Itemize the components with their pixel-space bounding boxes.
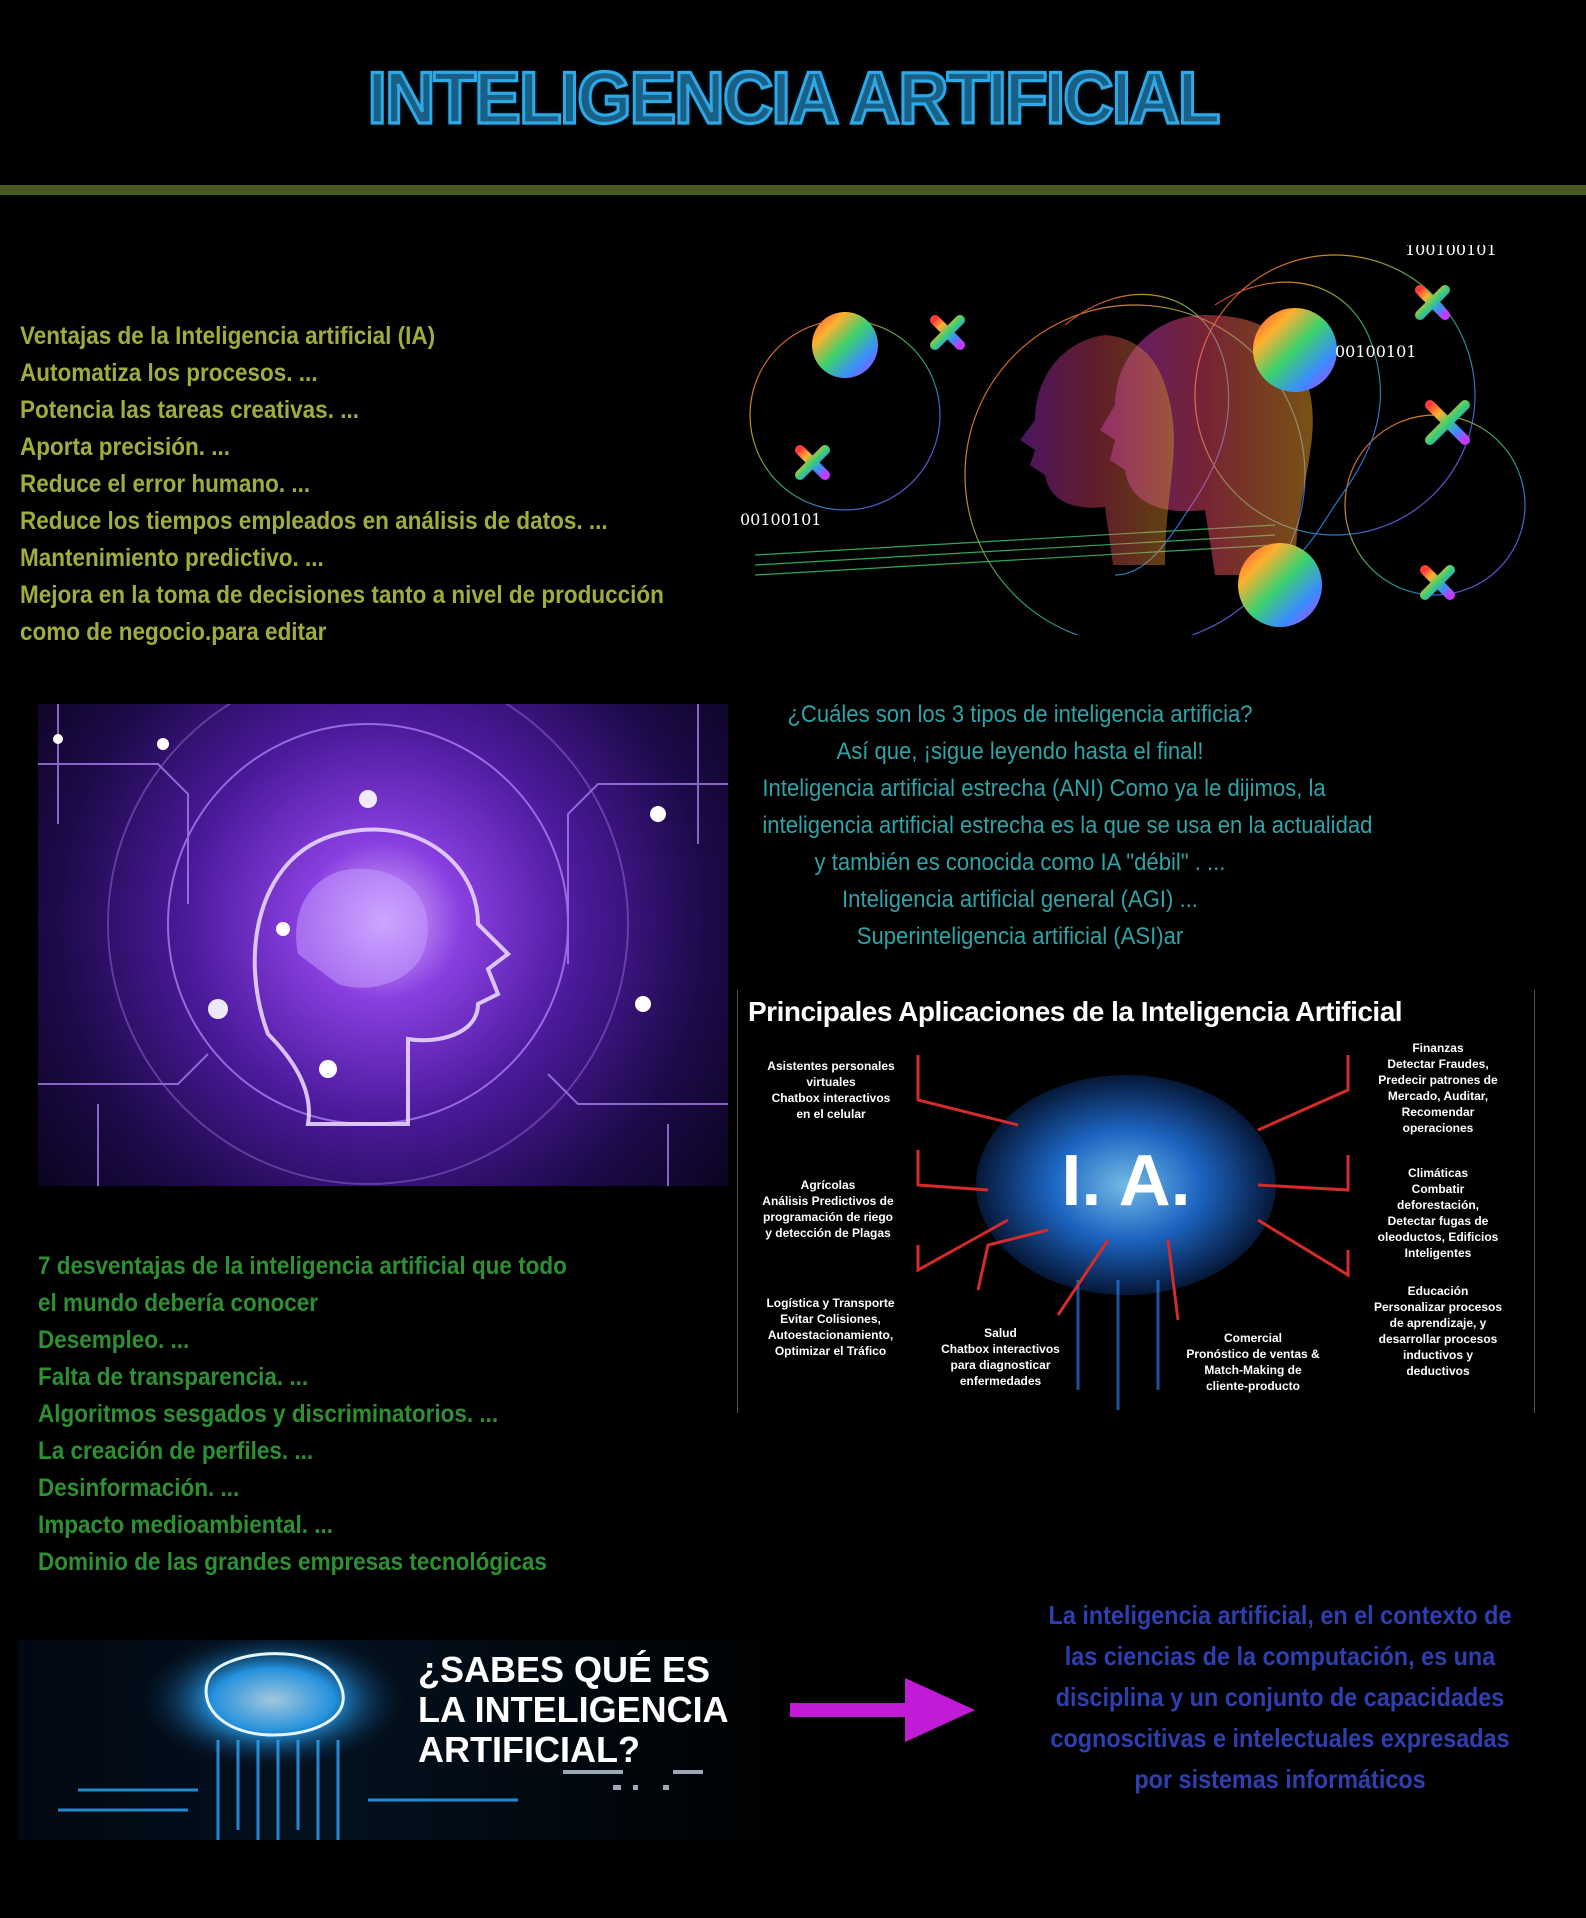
node-heading: Climáticas (1407, 1166, 1469, 1180)
node-line: cliente-producto (1205, 1379, 1300, 1393)
node-line: desarrollar procesos (1378, 1332, 1498, 1346)
node-line: Chatbox interactivos (941, 1342, 1060, 1356)
node-line: inductivos y (1402, 1348, 1473, 1362)
ventajas-item: Aporta precisión. ... (20, 433, 231, 461)
node-line: Evitar Colisiones, (780, 1312, 881, 1326)
purple-brain-illustration (38, 704, 728, 1186)
binary-left-text: 00100101 (740, 510, 821, 529)
sabes-heading: ¿SABES QUÉ ES LA INTELIGENCIA ARTIFICIAL… (418, 1650, 788, 1770)
ai-heads-illustration: 100100101 00100101 00100101 (740, 245, 1526, 635)
sabes-line: LA INTELIGENCIA (418, 1689, 729, 1730)
node-heading: Comercial (1223, 1331, 1283, 1345)
node-line: y detección de Plagas (765, 1226, 891, 1240)
node-heading: Agrícolas (800, 1178, 856, 1192)
node-line: en el celular (796, 1107, 866, 1121)
sabes-line: ARTIFICIAL? (418, 1729, 640, 1770)
node-line: deductivos (1406, 1364, 1470, 1378)
desventajas-item: Desempleo. ... (38, 1326, 190, 1354)
binary-mid-text: 00100101 (1335, 342, 1416, 361)
right-arrow-icon (790, 1678, 975, 1742)
definicion-line: las ciencias de la computación, es una (1064, 1641, 1496, 1671)
tipos-line: Así que, ¡sigue leyendo hasta el final! (836, 738, 1204, 765)
ventajas-item: Reduce el error humano. ... (20, 470, 311, 498)
node-heading: Asistentes personales (767, 1059, 895, 1073)
tipos-heading: ¿Cuáles son los 3 tipos de inteligencia … (787, 701, 1253, 728)
desventajas-item: Impacto medioambiental. ... (38, 1511, 334, 1539)
ventajas-item: Mejora en la toma de decisiones tanto a … (20, 581, 664, 609)
definicion-line: por sistemas informáticos (1134, 1764, 1426, 1794)
app-node-logistica: Logística y Transporte Evitar Colisiones… (753, 1295, 908, 1359)
node-line: Chatbox interactivos (771, 1091, 891, 1105)
app-node-asistentes: Asistentes personales virtuales Chatbox … (756, 1058, 906, 1122)
node-heading: Finanzas (1412, 1041, 1464, 1055)
node-line: Mercado, Auditar, (1387, 1089, 1489, 1103)
tipos-line: Superinteligencia artificial (ASI)ar (856, 923, 1184, 950)
node-heading: Salud (984, 1326, 1017, 1340)
tipos-line: inteligencia artificial estrecha es la q… (762, 812, 1373, 839)
desventajas-item: Falta de transparencia. ... (38, 1363, 309, 1391)
binary-top-text: 100100101 (1405, 245, 1497, 259)
tipos-block: ¿Cuáles son los 3 tipos de inteligencia … (762, 696, 1373, 955)
desventajas-block: 7 desventajas de la inteligencia artific… (38, 1248, 668, 1581)
title-divider (0, 185, 1586, 195)
node-heading: Logística y Transporte (766, 1296, 895, 1310)
node-line: Optimizar el Tráfico (774, 1344, 887, 1358)
tipos-line: Inteligencia artificial general (AGI) ..… (842, 886, 1198, 913)
node-line: virtuales (806, 1075, 856, 1089)
node-line: Personalizar procesos (1373, 1300, 1503, 1314)
node-line: deforestación, (1396, 1198, 1480, 1212)
desventajas-item: Desinformación. ... (38, 1474, 240, 1502)
node-line: de aprendizaje, y (1389, 1316, 1487, 1330)
node-line: Predecir patrones de (1378, 1073, 1498, 1087)
tipos-line: Inteligencia artificial estrecha (ANI) C… (762, 775, 1326, 802)
app-node-educacion: Educación Personalizar procesos de apren… (1363, 1283, 1513, 1379)
node-line: Autoestacionamiento, (767, 1328, 894, 1342)
desventajas-item: La creación de perfiles. ... (38, 1437, 314, 1465)
desventajas-heading: el mundo debería conocer (38, 1289, 319, 1317)
node-line: Combatir (1411, 1182, 1465, 1196)
node-line: Análisis Predictivos de (762, 1194, 894, 1208)
applications-diagram: Principales Aplicaciones de la Inteligen… (737, 990, 1535, 1413)
ventajas-heading: Ventajas de la Inteligencia artificial (… (20, 322, 436, 350)
definicion-line: disciplina y un conjunto de capacidades (1055, 1682, 1505, 1712)
node-line: Detectar Fraudes, (1387, 1057, 1489, 1071)
definicion-line: cognoscitivas e intelectuales expresadas (1050, 1723, 1510, 1753)
desventajas-item: Algoritmos sesgados y discriminatorios. … (38, 1400, 499, 1428)
ventajas-block: Ventajas de la Inteligencia artificial (… (20, 318, 704, 651)
node-line: operaciones (1402, 1121, 1474, 1135)
desventajas-item: Dominio de las grandes empresas tecnológ… (38, 1548, 547, 1576)
node-line: Pronóstico de ventas & (1186, 1347, 1320, 1361)
tipos-line: y también es conocida como IA "débil" . … (814, 849, 1226, 876)
ventajas-item: Potencia las tareas creativas. ... (20, 396, 359, 424)
app-node-comercial: Comercial Pronóstico de ventas & Match-M… (1173, 1330, 1333, 1394)
ventajas-item: Mantenimiento predictivo. ... (20, 544, 324, 572)
app-node-salud: Salud Chatbox interactivos para diagnost… (928, 1325, 1073, 1389)
app-node-agricolas: Agrícolas Análisis Predictivos de progra… (753, 1177, 903, 1241)
ventajas-item: Reduce los tiempos empleados en análisis… (20, 507, 608, 535)
node-line: Recomendar (1401, 1105, 1475, 1119)
app-node-climaticas: Climáticas Combatir deforestación, Detec… (1363, 1165, 1513, 1261)
node-line: enfermedades (959, 1374, 1042, 1388)
node-line: Match-Making de (1204, 1363, 1302, 1377)
desventajas-heading: 7 desventajas de la inteligencia artific… (38, 1252, 567, 1280)
ventajas-item: Automatiza los procesos. ... (20, 359, 318, 387)
node-line: oleoductos, Edificios (1377, 1230, 1499, 1244)
ia-center-label: I. A. (1061, 1141, 1190, 1221)
ai-heads-image: 100100101 00100101 00100101 (735, 245, 1535, 635)
node-line: programación de riego (762, 1210, 894, 1224)
sabes-line: ¿SABES QUÉ ES (418, 1649, 711, 1690)
ventajas-item: como de negocio.para editar (20, 618, 327, 646)
node-line: Inteligentes (1404, 1246, 1472, 1260)
definicion-line: La inteligencia artificial, en el contex… (1048, 1600, 1512, 1630)
purple-brain-image (38, 704, 728, 1186)
node-heading: Educación (1407, 1284, 1469, 1298)
definicion-block: La inteligencia artificial, en el contex… (1028, 1595, 1532, 1800)
page-title: INTELIGENCIA ARTIFICIAL (366, 55, 1222, 140)
node-line: para diagnosticar (950, 1358, 1051, 1372)
app-node-finanzas: Finanzas Detectar Fraudes, Predecir patr… (1363, 1040, 1513, 1136)
node-line: Detectar fugas de (1387, 1214, 1489, 1228)
sabes-que-es-image: ¿SABES QUÉ ES LA INTELIGENCIA ARTIFICIAL… (18, 1640, 792, 1840)
